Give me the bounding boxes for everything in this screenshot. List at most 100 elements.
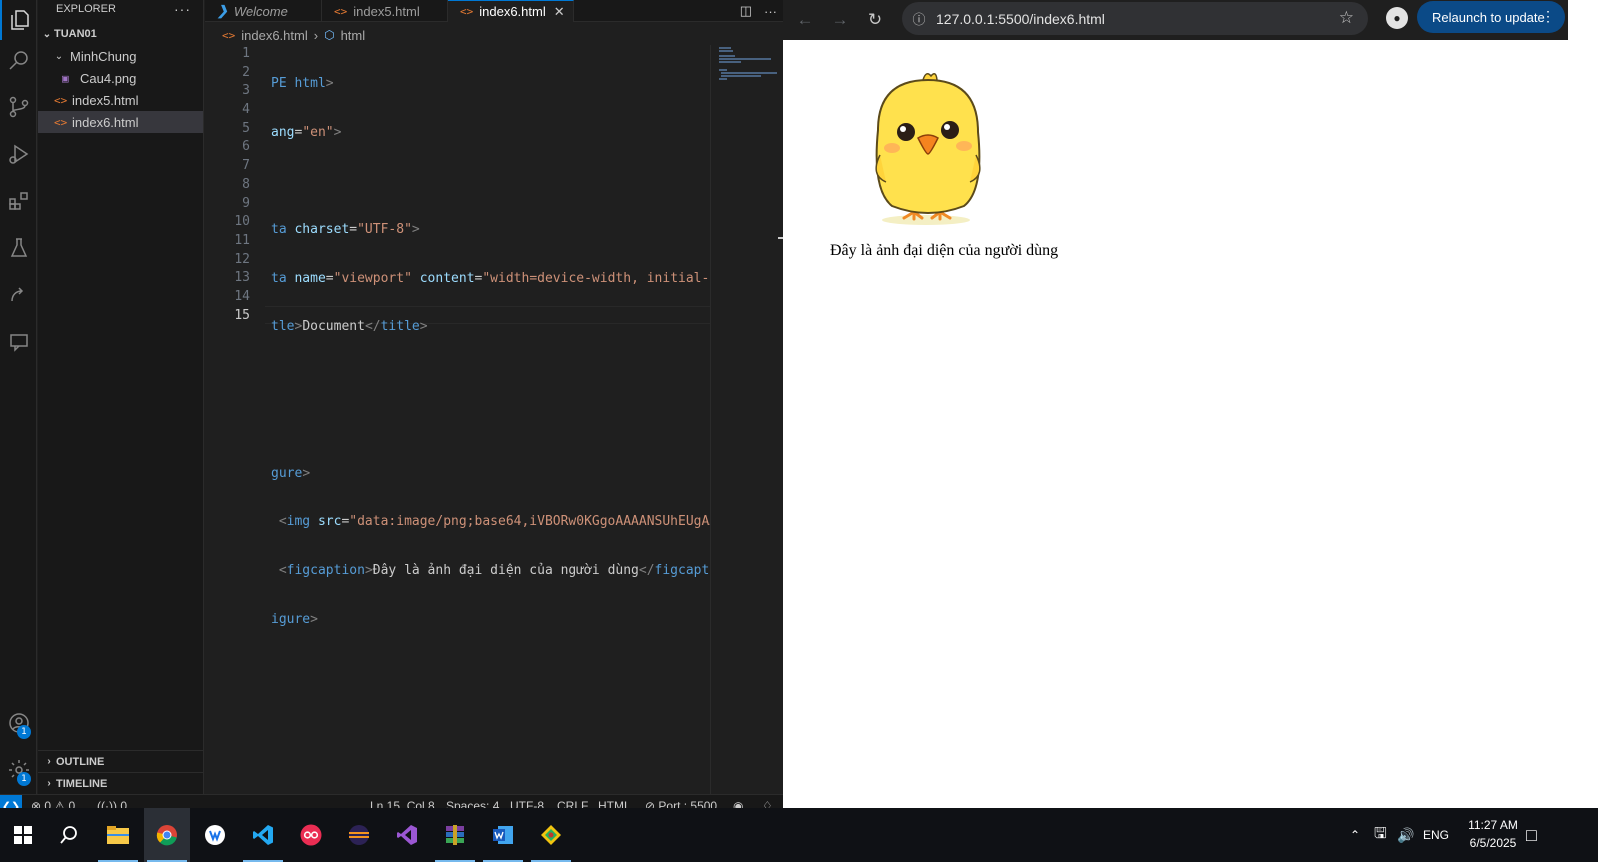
vscode-logo-icon: ❯ <box>217 3 228 18</box>
visual-studio-icon[interactable] <box>384 808 430 862</box>
line-number: 9 <box>242 195 250 211</box>
eclipse-icon[interactable] <box>336 808 382 862</box>
chat-icon[interactable] <box>0 322 37 362</box>
explorer-icon[interactable] <box>0 0 37 40</box>
chrome-icon[interactable] <box>144 808 190 862</box>
word-icon[interactable] <box>480 808 526 862</box>
git-tool-icon[interactable] <box>528 808 574 862</box>
address-bar[interactable]: ⓘ 127.0.0.1:5500/index6.html ☆ <box>902 2 1368 35</box>
line-number: 8 <box>242 176 250 192</box>
line-number: 15 <box>234 307 250 323</box>
editor-tabs: ❯ Welcome <> index5.html <> index6.html … <box>205 0 783 22</box>
explorer-header: EXPLORER ··· <box>38 0 203 18</box>
minimap[interactable] <box>710 45 778 794</box>
screen-edge <box>1568 0 1598 808</box>
breadcrumb-file[interactable]: index6.html <box>241 28 307 43</box>
explorer-title: EXPLORER <box>56 3 116 15</box>
menu-kebab-icon[interactable]: ⋮ <box>1541 8 1555 25</box>
figcaption-text: Đây là ảnh đại diện của người dùng <box>830 242 1059 259</box>
tab-label: index5.html <box>353 3 420 19</box>
line-number: 3 <box>242 83 250 99</box>
back-arrow-icon[interactable]: ← <box>791 6 819 34</box>
outline-section[interactable]: › OUTLINE <box>38 750 204 772</box>
search-icon[interactable] <box>0 40 37 80</box>
tab-index6[interactable]: <> index6.html ✕ <box>448 0 574 22</box>
show-hidden-icons-chevron-up-icon[interactable]: ⌃ <box>1350 808 1360 862</box>
browser-window: ← → ↻ ⓘ 127.0.0.1:5500/index6.html ☆ ● R… <box>783 0 1568 808</box>
code-line-1: PE html> <box>271 76 334 91</box>
line-number: 7 <box>242 158 250 174</box>
line-number: 2 <box>242 64 250 80</box>
breadcrumb-symbol[interactable]: html <box>341 28 366 43</box>
code-line-9: gure> <box>271 465 311 481</box>
taskbar-clock[interactable]: 11:27 AM 6/5/2025 <box>1455 816 1531 852</box>
workspace-folder-label: TUAN01 <box>54 28 97 40</box>
volume-icon[interactable]: 🔊 <box>1397 808 1414 862</box>
code-line-2: ang="en"> <box>271 124 342 140</box>
editor-actions: ◫ ··· <box>740 0 777 22</box>
taskbar-search-icon[interactable] <box>46 808 92 862</box>
forward-arrow-icon[interactable]: → <box>826 6 854 34</box>
tab-welcome[interactable]: ❯ Welcome <box>205 0 322 22</box>
line-number: 11 <box>234 232 250 248</box>
close-tab-icon[interactable]: ✕ <box>554 4 565 20</box>
line-number: 10 <box>234 214 250 230</box>
chick-image <box>875 73 981 225</box>
input-language[interactable]: ENG <box>1423 808 1449 862</box>
tab-label: Welcome <box>233 3 288 19</box>
tab-index5[interactable]: <> index5.html <box>322 0 448 22</box>
clock-date: 6/5/2025 <box>1469 836 1517 850</box>
site-info-icon[interactable]: ⓘ <box>902 9 936 28</box>
code-line-6: tle>Document</title> <box>271 319 428 335</box>
network-icon[interactable]: 🖫 <box>1374 808 1387 862</box>
tree-item-cau4[interactable]: ▣ Cau4.png <box>38 67 203 89</box>
windows-start-icon[interactable] <box>0 808 46 862</box>
settings-gear-icon[interactable]: 1 <box>0 750 37 790</box>
line-number: 1 <box>242 46 250 61</box>
image-file-icon: ▣ <box>62 71 69 85</box>
bookmark-star-icon[interactable]: ☆ <box>1339 8 1354 28</box>
testing-icon[interactable] <box>0 228 37 268</box>
tree-item-index6[interactable]: <> index6.html <box>38 111 203 133</box>
run-debug-icon[interactable] <box>0 134 37 174</box>
tree-item-index5[interactable]: <> index5.html <box>38 89 203 111</box>
accounts-icon[interactable]: 1 <box>0 703 37 743</box>
clock-time: 11:27 AM <box>1468 818 1518 832</box>
html-file-icon: <> <box>54 115 68 129</box>
extensions-icon[interactable] <box>0 181 37 221</box>
activity-bar: 1 1 <box>0 0 37 816</box>
winrar-icon[interactable] <box>432 808 478 862</box>
html-file-icon: <> <box>54 93 68 107</box>
notification-center-icon[interactable]: □ <box>1526 808 1537 862</box>
more-actions-icon[interactable]: ··· <box>174 1 191 17</box>
file-explorer-icon[interactable] <box>95 808 141 862</box>
remote-explorer-icon[interactable] <box>0 275 37 315</box>
line-number: 6 <box>242 139 250 155</box>
code-editor[interactable]: 1 2 3 4 5 6 7 8 9 10 11 12 13 14 15 PE h… <box>205 45 710 794</box>
tree-item-label: Cau4.png <box>80 70 137 86</box>
line-number: 5 <box>242 120 250 136</box>
timeline-section[interactable]: › TIMELINE <box>38 772 204 794</box>
more-actions-icon[interactable]: ··· <box>764 4 777 19</box>
code-line-10: <img src="data:image/png;base64,iVBORw0K… <box>271 514 710 530</box>
chevron-down-icon: ⌄ <box>54 50 64 62</box>
tree-item-label: index6.html <box>72 114 139 130</box>
reload-icon[interactable]: ↻ <box>861 6 889 34</box>
profile-avatar-icon[interactable]: ● <box>1386 7 1408 29</box>
relaunch-button[interactable]: Relaunch to update ⋮ <box>1417 1 1565 33</box>
url-text[interactable]: 127.0.0.1:5500/index6.html <box>936 11 1105 27</box>
tab-label: index6.html <box>479 4 546 19</box>
copilot-app-icon[interactable] <box>192 808 238 862</box>
oo-app-icon[interactable] <box>288 808 334 862</box>
tree-item-minhchung[interactable]: ⌄ MinhChung <box>38 45 203 67</box>
vscode-app-icon[interactable] <box>240 808 286 862</box>
html-file-icon: <> <box>222 28 236 42</box>
source-control-icon[interactable] <box>0 87 37 127</box>
split-editor-icon[interactable]: ◫ <box>740 3 752 19</box>
workspace-folder[interactable]: ⌄ TUAN01 <box>38 23 203 45</box>
explorer-sidebar: EXPLORER ··· ⌄ TUAN01 ⌄ MinhChung ▣ Cau4… <box>38 0 204 794</box>
